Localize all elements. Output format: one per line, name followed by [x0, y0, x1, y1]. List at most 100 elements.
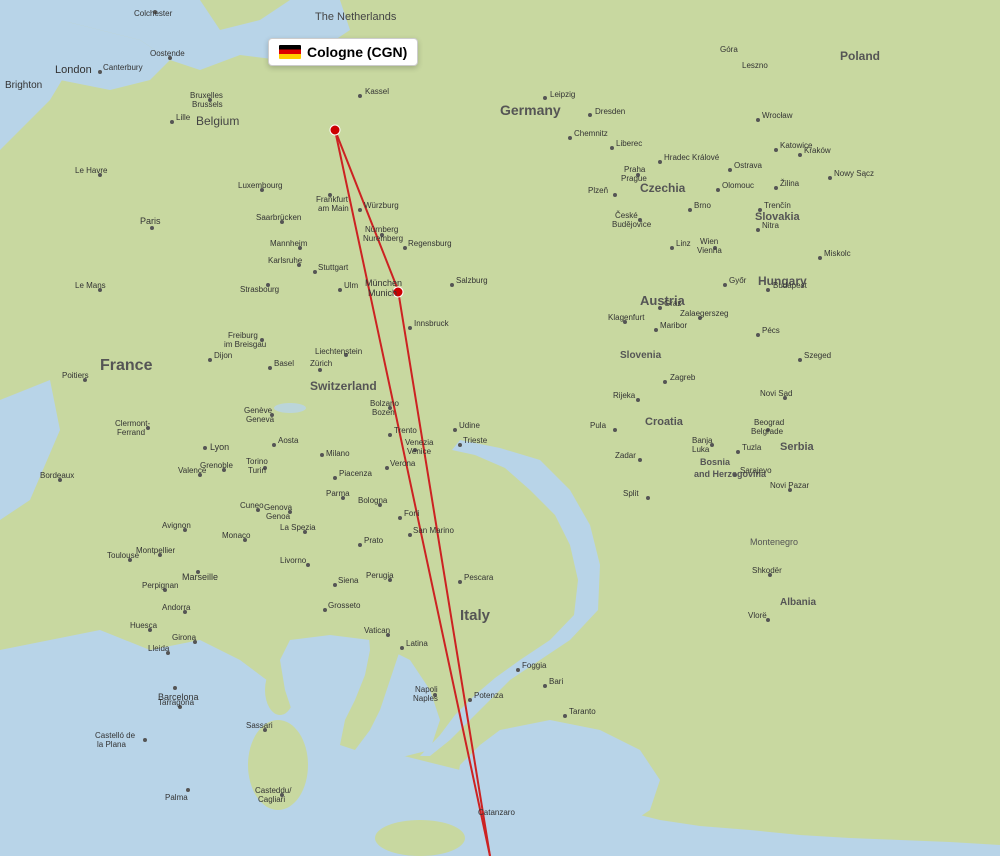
svg-text:Žilina: Žilina — [780, 179, 800, 188]
svg-text:Catanzaro: Catanzaro — [478, 808, 515, 817]
svg-text:Turin: Turin — [248, 466, 266, 475]
svg-text:Siena: Siena — [338, 576, 359, 585]
svg-text:Banja: Banja — [692, 436, 713, 445]
svg-text:Chemnitz: Chemnitz — [574, 129, 608, 138]
svg-text:Colchester: Colchester — [134, 9, 173, 18]
svg-text:Leipzig: Leipzig — [550, 90, 575, 99]
svg-text:Linz: Linz — [676, 239, 691, 248]
svg-text:Foggia: Foggia — [522, 661, 547, 670]
svg-text:Lyon: Lyon — [210, 442, 229, 452]
svg-text:Taranto: Taranto — [569, 707, 596, 716]
svg-text:Slovenia: Slovenia — [620, 350, 662, 361]
svg-text:Livorno: Livorno — [280, 556, 307, 565]
svg-text:Le Mans: Le Mans — [75, 281, 106, 290]
svg-text:Brussels: Brussels — [192, 100, 223, 109]
svg-text:Naples: Naples — [413, 694, 438, 703]
svg-text:Luxembourg: Luxembourg — [238, 181, 282, 190]
svg-text:Prague: Prague — [621, 174, 647, 183]
svg-text:Napoli: Napoli — [415, 685, 438, 694]
svg-text:London: London — [55, 64, 92, 76]
svg-text:Ostrava: Ostrava — [734, 161, 763, 170]
svg-text:München: München — [365, 278, 402, 288]
svg-text:Brno: Brno — [694, 201, 711, 210]
svg-text:Góra: Góra — [720, 45, 738, 54]
svg-text:Czechia: Czechia — [640, 181, 686, 195]
svg-text:Brighton: Brighton — [5, 80, 42, 91]
svg-text:Italy: Italy — [460, 607, 491, 624]
svg-text:Geneva: Geneva — [246, 415, 275, 424]
svg-text:Cagliari: Cagliari — [258, 795, 285, 804]
svg-text:Saarbrücken: Saarbrücken — [256, 213, 301, 222]
svg-text:Karlsruhe: Karlsruhe — [268, 256, 303, 265]
svg-text:Graz: Graz — [664, 299, 681, 308]
svg-text:Paris: Paris — [140, 216, 161, 226]
svg-text:Ulm: Ulm — [344, 281, 359, 290]
svg-text:Liberec: Liberec — [616, 139, 642, 148]
svg-text:La Spezia: La Spezia — [280, 523, 316, 532]
svg-text:Pescara: Pescara — [464, 573, 494, 582]
svg-text:Split: Split — [623, 489, 639, 498]
svg-text:Cuneo: Cuneo — [240, 501, 264, 510]
svg-text:Győr: Győr — [729, 276, 747, 285]
svg-text:Würzburg: Würzburg — [364, 201, 399, 210]
svg-text:am Main: am Main — [318, 204, 349, 213]
svg-text:Leszno: Leszno — [742, 61, 768, 70]
svg-text:Udine: Udine — [459, 421, 480, 430]
svg-text:Venice: Venice — [407, 447, 432, 456]
svg-text:Eindhoven: Eindhoven — [300, 51, 338, 60]
svg-text:Salzburg: Salzburg — [456, 276, 488, 285]
svg-text:Liechtenstein: Liechtenstein — [315, 347, 362, 356]
svg-text:Venezia: Venezia — [405, 438, 434, 447]
svg-text:Wien: Wien — [700, 237, 718, 246]
svg-text:Casteddu/: Casteddu/ — [255, 786, 292, 795]
svg-text:Sassari: Sassari — [246, 721, 273, 730]
svg-text:Freiburg: Freiburg — [228, 331, 258, 340]
svg-text:Bolzano: Bolzano — [370, 399, 399, 408]
svg-text:Toulouse: Toulouse — [107, 551, 140, 560]
svg-text:Tarragona: Tarragona — [158, 698, 195, 707]
svg-text:Bosnia: Bosnia — [700, 457, 731, 467]
svg-text:Belgium: Belgium — [196, 114, 239, 128]
svg-text:Stuttgart: Stuttgart — [318, 263, 349, 272]
svg-text:Forli: Forli — [404, 509, 420, 518]
svg-text:Bari: Bari — [549, 677, 563, 686]
svg-text:The Netherlands: The Netherlands — [315, 11, 397, 23]
svg-text:Tuzla: Tuzla — [742, 443, 762, 452]
svg-text:Aosta: Aosta — [278, 436, 299, 445]
svg-text:Trento: Trento — [394, 426, 417, 435]
svg-text:Bordeaux: Bordeaux — [40, 471, 74, 480]
svg-text:Lleida: Lleida — [148, 644, 170, 653]
svg-text:Praha: Praha — [624, 165, 646, 174]
svg-text:Zadar: Zadar — [615, 451, 636, 460]
svg-text:Zagreb: Zagreb — [670, 373, 696, 382]
svg-text:San Marino: San Marino — [413, 526, 454, 535]
svg-text:Miskolc: Miskolc — [824, 249, 851, 258]
svg-text:Nürnberg: Nürnberg — [365, 225, 398, 234]
map-container: Brighton London The Netherlands Belgium … — [0, 0, 1000, 856]
svg-text:Serbia: Serbia — [780, 441, 815, 453]
svg-text:Vlorë: Vlorë — [748, 611, 767, 620]
svg-text:im Breisgau: im Breisgau — [224, 340, 266, 349]
svg-text:Avignon: Avignon — [162, 521, 191, 530]
svg-text:Vatican: Vatican — [364, 626, 390, 635]
svg-text:Novi Sad: Novi Sad — [760, 389, 792, 398]
svg-text:Rijeka: Rijeka — [613, 391, 636, 400]
svg-text:Plzeň: Plzeň — [588, 186, 608, 195]
svg-text:Grosseto: Grosseto — [328, 601, 361, 610]
svg-text:Vienna: Vienna — [697, 246, 722, 255]
svg-text:Klagenfurt: Klagenfurt — [608, 313, 645, 322]
svg-text:Switzerland: Switzerland — [310, 379, 377, 393]
svg-text:Novi Pazar: Novi Pazar — [770, 481, 809, 490]
svg-text:Genève: Genève — [244, 406, 273, 415]
svg-text:Montpellier: Montpellier — [136, 546, 175, 555]
svg-text:Dijon: Dijon — [214, 351, 232, 360]
svg-text:Mannheim: Mannheim — [270, 239, 308, 248]
svg-text:Perugia: Perugia — [366, 571, 394, 580]
svg-text:Bozen: Bozen — [372, 408, 395, 417]
svg-text:Bruxelles: Bruxelles — [190, 91, 223, 100]
svg-text:Palma: Palma — [165, 793, 188, 802]
svg-text:Le Havre: Le Havre — [75, 166, 108, 175]
svg-text:Potenza: Potenza — [474, 691, 504, 700]
svg-text:Monaco: Monaco — [222, 531, 251, 540]
svg-text:Nuremberg: Nuremberg — [363, 234, 403, 243]
